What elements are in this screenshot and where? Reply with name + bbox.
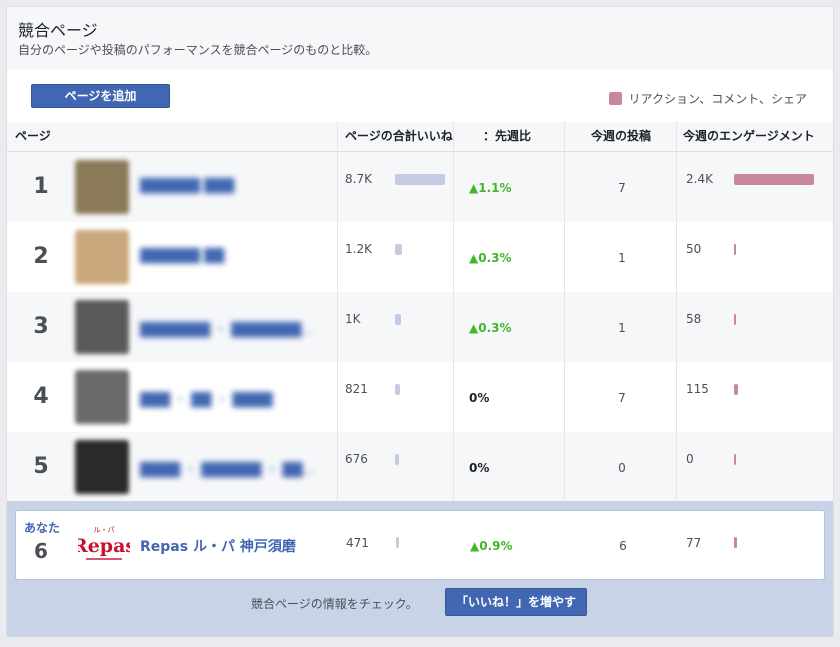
likes-bar <box>395 174 445 185</box>
engagement-bar <box>734 454 736 465</box>
page-thumbnail[interactable] <box>75 370 129 424</box>
logo-text: Repas <box>78 535 130 557</box>
competitor-page-name[interactable]: ███████ ・ ███████… <box>140 319 314 338</box>
you-engagement-bar <box>734 537 737 548</box>
total-likes: 676 <box>345 452 368 466</box>
weekly-engagement: 50 <box>686 242 702 256</box>
likes-bar <box>395 454 399 465</box>
page-thumbnail[interactable] <box>75 230 129 284</box>
your-page-name[interactable]: Repas ル・パ 神戸須磨 <box>140 536 296 556</box>
page-subtitle: 自分のページや投稿のパフォーマンスを競合ページのものと比較。 <box>18 43 378 57</box>
increase-likes-button[interactable]: 「いいね！」を増やす <box>445 588 587 616</box>
total-likes: 8.7K <box>345 172 372 186</box>
total-likes: 1K <box>345 312 361 326</box>
weekly-posts: 0 <box>618 461 626 475</box>
weekly-change: 0% <box>469 461 490 475</box>
weekly-change: ▲0.3% <box>469 321 512 335</box>
column-divider <box>337 122 338 502</box>
competitor-page-name[interactable]: ███ ・ ██ ・ ████ <box>140 389 273 408</box>
competitor-row[interactable]: 3 ███████ ・ ███████… 1K ▲0.3% 1 58 <box>7 292 833 362</box>
toolbar: ページを追加 リアクション、コメント、シェア <box>7 70 833 123</box>
you-rank: 6 <box>34 539 48 563</box>
you-posts: 6 <box>619 539 627 553</box>
you-label: あなた <box>24 521 61 535</box>
column-divider <box>676 122 677 502</box>
col-header-engagement[interactable]: 今週のエンゲージメント <box>683 122 815 151</box>
page-thumbnail[interactable] <box>75 160 129 214</box>
likes-bar <box>395 384 400 395</box>
competitor-row[interactable]: 5 ████ ・ ██████ ・ ██… 676 0% 0 0 <box>7 432 833 502</box>
panel-header: 競合ページ 自分のページや投稿のパフォーマンスを競合ページのものと比較。 <box>7 7 833 71</box>
rank-number: 4 <box>33 384 49 409</box>
column-divider <box>453 122 454 502</box>
legend-label: リアクション、コメント、シェア <box>628 92 807 106</box>
logo-small-text: ル・パ <box>94 526 115 534</box>
likes-bar <box>395 314 401 325</box>
weekly-posts: 1 <box>618 251 626 265</box>
weekly-engagement: 115 <box>686 382 709 396</box>
page-thumbnail[interactable] <box>75 300 129 354</box>
your-page-row[interactable]: あなた 6 ル・パ Repas Repas ル・パ 神戸須磨 471 ▲0.9%… <box>15 510 825 580</box>
column-divider <box>564 122 565 502</box>
repas-logo: ル・パ Repas <box>78 521 130 567</box>
weekly-posts: 7 <box>618 181 626 195</box>
col-header-page[interactable]: ページ <box>15 122 51 151</box>
weekly-posts: 1 <box>618 321 626 335</box>
competitor-row[interactable]: 4 ███ ・ ██ ・ ████ 821 0% 7 115 <box>7 362 833 432</box>
rank-number: 3 <box>33 314 49 339</box>
you-engagement: 77 <box>686 536 702 550</box>
competitor-page-name[interactable]: ██████ ███ <box>140 179 234 194</box>
weekly-engagement: 58 <box>686 312 702 326</box>
total-likes: 1.2K <box>345 242 372 256</box>
competitor-page-name[interactable]: ████ ・ ██████ ・ ██… <box>140 459 316 478</box>
page-title: 競合ページ <box>18 21 98 40</box>
engagement-bar <box>734 244 736 255</box>
engagement-legend-swatch <box>608 92 622 105</box>
weekly-change: ▲0.3% <box>469 251 512 265</box>
weekly-change: 0% <box>469 391 490 405</box>
rank-number: 5 <box>33 454 49 479</box>
engagement-bar <box>734 314 736 325</box>
footer-text: 競合ページの情報をチェック。 <box>251 597 418 611</box>
engagement-bar <box>734 174 814 185</box>
likes-bar <box>395 244 402 255</box>
weekly-engagement: 0 <box>686 452 694 466</box>
rank-number: 2 <box>33 244 49 269</box>
weekly-change: ▲1.1% <box>469 181 512 195</box>
legend: リアクション、コメント、シェア <box>608 90 807 107</box>
table-header: ページ ページの合計いいね ：先週比 今週の投稿 今週のエンゲージメント <box>7 122 833 152</box>
you-likes-bar <box>396 537 399 548</box>
you-change: ▲0.9% <box>470 539 513 553</box>
competitor-page-name[interactable]: ██████ ██ <box>140 249 224 264</box>
competitor-row[interactable]: 2 ██████ ██ 1.2K ▲0.3% 1 50 <box>7 222 833 292</box>
col-header-likes[interactable]: ページの合計いいね <box>345 122 453 151</box>
competitor-panel: 競合ページ 自分のページや投稿のパフォーマンスを競合ページのものと比較。 ページ… <box>6 6 834 637</box>
competitor-row[interactable]: 1 ██████ ███ 8.7K ▲1.1% 7 2.4K <box>7 152 833 222</box>
col-header-posts[interactable]: 今週の投稿 <box>591 122 651 151</box>
weekly-engagement: 2.4K <box>686 172 713 186</box>
your-page-section: あなた 6 ル・パ Repas Repas ル・パ 神戸須磨 471 ▲0.9%… <box>7 501 833 637</box>
col-header-change[interactable]: ：先週比 <box>483 122 531 151</box>
engagement-bar <box>734 384 738 395</box>
total-likes: 821 <box>345 382 368 396</box>
you-likes: 471 <box>346 536 369 550</box>
add-page-button[interactable]: ページを追加 <box>31 84 170 108</box>
page-thumbnail[interactable] <box>75 440 129 494</box>
rank-number: 1 <box>33 174 49 199</box>
weekly-posts: 7 <box>618 391 626 405</box>
